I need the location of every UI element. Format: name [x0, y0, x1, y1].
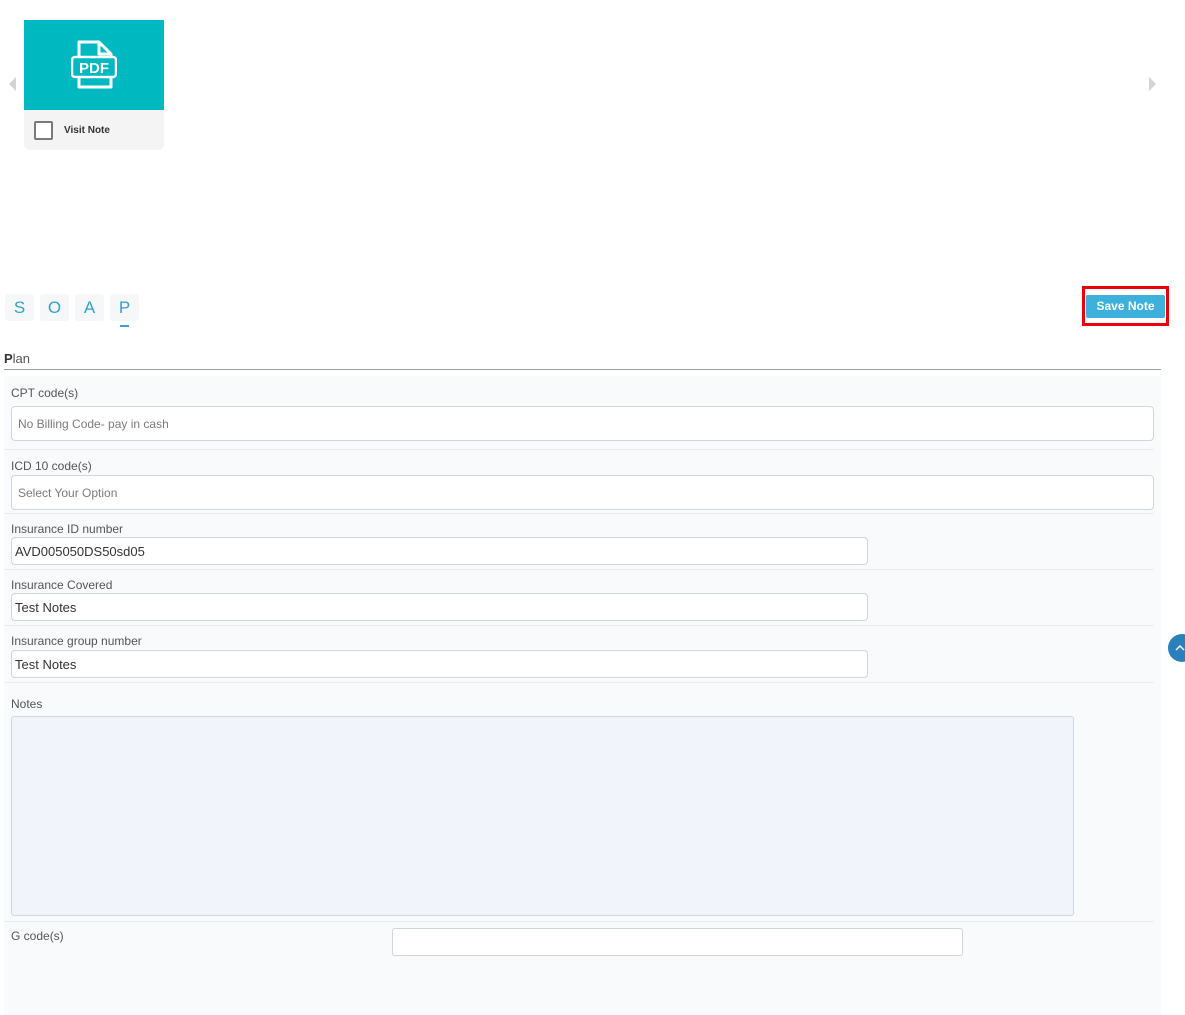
icd-row: ICD 10 code(s) Select Your Option [4, 450, 1154, 514]
plan-form: CPT code(s) No Billing Code- pay in cash… [4, 376, 1161, 1015]
insurance-id-row: Insurance ID number [4, 514, 1154, 570]
insurance-id-input[interactable] [11, 537, 868, 565]
cpt-select[interactable]: No Billing Code- pay in cash [11, 406, 1154, 441]
soap-tabs: S O A P [5, 294, 139, 327]
cpt-row: CPT code(s) No Billing Code- pay in cash [4, 376, 1154, 450]
carousel-next-icon[interactable] [1149, 77, 1156, 91]
section-title-initial: P [4, 351, 13, 366]
tab-assessment[interactable]: A [75, 294, 104, 321]
carousel-prev-icon[interactable] [9, 77, 16, 91]
g-codes-row: G code(s) [4, 922, 1154, 962]
tab-objective[interactable]: O [40, 294, 69, 321]
file-card[interactable]: PDF Visit Note [24, 20, 164, 150]
icd-label: ICD 10 code(s) [11, 459, 92, 473]
insurance-group-row: Insurance group number [4, 626, 1154, 683]
file-name: Visit Note [64, 124, 110, 136]
cpt-label: CPT code(s) [11, 386, 79, 400]
tab-plan[interactable]: P [110, 294, 139, 327]
insurance-group-input[interactable] [11, 650, 868, 678]
notes-label: Notes [11, 697, 43, 711]
save-note-button[interactable]: Save Note [1086, 294, 1165, 318]
insurance-group-label: Insurance group number [11, 634, 142, 648]
scroll-to-top-button[interactable] [1168, 634, 1185, 662]
file-footer: Visit Note [24, 110, 164, 150]
save-note-highlight: Save Note [1082, 286, 1169, 326]
section-title: Plan [4, 351, 1161, 370]
notes-textarea[interactable] [11, 716, 1074, 916]
pdf-file-icon: PDF [71, 40, 117, 89]
insurance-covered-row: Insurance Covered [4, 570, 1154, 626]
insurance-covered-label: Insurance Covered [11, 578, 113, 592]
tab-subjective[interactable]: S [5, 294, 34, 321]
file-thumbnail: PDF [24, 20, 164, 110]
g-codes-label: G code(s) [11, 929, 64, 943]
notes-row: Notes [4, 683, 1154, 922]
page: PDF Visit Note S O A P Save Note Plan CP… [0, 0, 1185, 1015]
insurance-id-label: Insurance ID number [11, 522, 124, 536]
icd-select[interactable]: Select Your Option [11, 475, 1154, 510]
chevron-up-icon [1175, 644, 1185, 651]
section-title-rest: lan [12, 351, 31, 366]
g-codes-input[interactable] [392, 928, 963, 956]
pdf-thumb-text: PDF [79, 60, 109, 77]
file-select-checkbox[interactable] [34, 120, 53, 140]
insurance-covered-input[interactable] [11, 593, 868, 621]
